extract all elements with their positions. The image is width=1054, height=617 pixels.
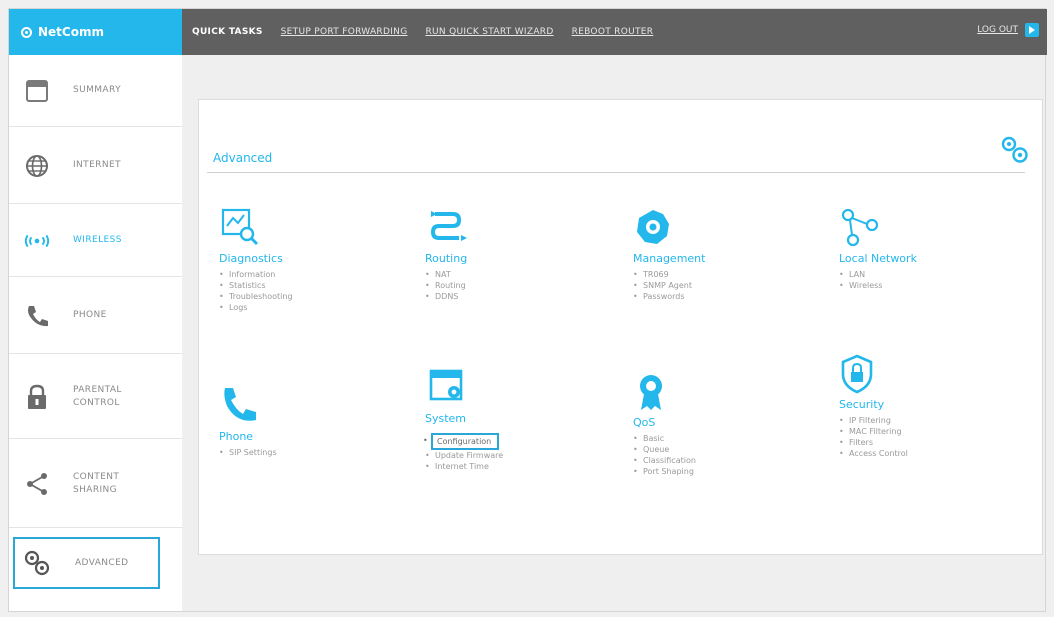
sidebar-item-label: WIRELESS [73, 235, 122, 245]
sidebar-item-phone[interactable]: PHONE [9, 278, 182, 354]
brand-name: NetComm [38, 25, 104, 39]
sidebar-item-wireless[interactable]: WIRELESS [9, 205, 182, 277]
group-local-network: Local Network LAN Wireless [839, 208, 1029, 291]
qos-icon[interactable] [633, 372, 677, 412]
link-access-control[interactable]: Access Control [839, 448, 1029, 459]
link-routing[interactable]: Routing [425, 280, 615, 291]
group-routing: Routing NAT Routing DDNS [425, 208, 615, 302]
link-statistics[interactable]: Statistics [219, 280, 409, 291]
topnav-setup-port-forwarding[interactable]: SETUP PORT FORWARDING [281, 27, 408, 37]
group-security: Security IP Filtering MAC Filtering Filt… [839, 354, 1029, 459]
summary-icon [23, 77, 51, 105]
group-title[interactable]: Management [633, 252, 823, 265]
link-wireless[interactable]: Wireless [839, 280, 1029, 291]
link-information[interactable]: Information [219, 269, 409, 280]
group-qos: QoS Basic Queue Classification Port Shap… [633, 372, 823, 477]
link-nat[interactable]: NAT [425, 269, 615, 280]
brand-logo-icon [21, 26, 32, 38]
link-snmp-agent[interactable]: SNMP Agent [633, 280, 823, 291]
group-title[interactable]: QoS [633, 416, 823, 429]
link-ddns[interactable]: DDNS [425, 291, 615, 302]
sidebar-item-internet[interactable]: INTERNET [9, 128, 182, 204]
sidebar-item-advanced[interactable]: ADVANCED [13, 537, 160, 589]
management-icon[interactable] [633, 208, 677, 248]
group-title[interactable]: System [425, 412, 615, 425]
link-tr069[interactable]: TR069 [633, 269, 823, 280]
share-icon [23, 470, 51, 498]
logout-label: LOG OUT [977, 25, 1018, 35]
sidebar-item-label: INTERNET [73, 160, 121, 170]
sidebar-item-label: CONTENT SHARING [73, 471, 120, 495]
group-title[interactable]: Diagnostics [219, 252, 409, 265]
sidebar: SUMMARY INTERNET WIRELESS PHONE PARENTAL… [9, 55, 182, 611]
sidebar-item-content-sharing[interactable]: CONTENT SHARING [9, 440, 182, 528]
group-title[interactable]: Routing [425, 252, 615, 265]
logout-button[interactable]: LOG OUT [977, 23, 1039, 37]
system-icon[interactable] [425, 368, 469, 408]
phone-icon[interactable] [219, 386, 263, 426]
link-internet-time[interactable]: Internet Time [425, 461, 615, 472]
router-admin-window: NetComm QUICK TASKS SETUP PORT FORWARDIN… [8, 8, 1047, 612]
security-icon[interactable] [839, 354, 883, 394]
wireless-icon [23, 227, 51, 255]
group-system: System Configuration Update Firmware Int… [423, 368, 615, 472]
link-port-shaping[interactable]: Port Shaping [633, 466, 823, 477]
group-title[interactable]: Security [839, 398, 1029, 411]
link-queue[interactable]: Queue [633, 444, 823, 455]
link-logs[interactable]: Logs [219, 302, 409, 313]
advanced-gears-icon [1001, 136, 1028, 163]
link-configuration[interactable]: Configuration [423, 433, 500, 450]
group-phone: Phone SIP Settings [219, 386, 409, 458]
link-filters[interactable]: Filters [839, 437, 1029, 448]
link-lan[interactable]: LAN [839, 269, 1029, 280]
group-management: Management TR069 SNMP Agent Passwords [633, 208, 823, 302]
page-title: Advanced [213, 151, 273, 165]
link-basic[interactable]: Basic [633, 433, 823, 444]
group-title[interactable]: Local Network [839, 252, 1029, 265]
sidebar-item-label: PHONE [73, 310, 107, 320]
lock-icon [23, 383, 51, 411]
topnav-reboot-router[interactable]: REBOOT ROUTER [572, 27, 654, 37]
topnav-run-quick-start-wizard[interactable]: RUN QUICK START WIZARD [425, 27, 553, 37]
gears-icon [23, 549, 51, 577]
link-troubleshooting[interactable]: Troubleshooting [219, 291, 409, 302]
topnav-quick-tasks[interactable]: QUICK TASKS [192, 27, 263, 37]
link-sip-settings[interactable]: SIP Settings [219, 447, 409, 458]
group-diagnostics: Diagnostics Information Statistics Troub… [219, 208, 409, 313]
logout-icon [1025, 23, 1039, 37]
top-nav: QUICK TASKS SETUP PORT FORWARDING RUN QU… [192, 9, 671, 55]
phone-icon [23, 302, 51, 330]
link-classification[interactable]: Classification [633, 455, 823, 466]
globe-icon [23, 152, 51, 180]
sidebar-item-label: SUMMARY [73, 85, 121, 95]
link-mac-filtering[interactable]: MAC Filtering [839, 426, 1029, 437]
diagnostics-icon[interactable] [219, 208, 263, 248]
top-bar: NetComm QUICK TASKS SETUP PORT FORWARDIN… [9, 9, 1047, 55]
sidebar-item-parental-control[interactable]: PARENTAL CONTROL [9, 355, 182, 439]
sidebar-item-label: ADVANCED [75, 557, 129, 568]
link-ip-filtering[interactable]: IP Filtering [839, 415, 1029, 426]
sidebar-item-summary[interactable]: SUMMARY [9, 55, 182, 127]
link-update-firmware[interactable]: Update Firmware [425, 450, 615, 461]
sidebar-item-label: PARENTAL CONTROL [73, 384, 122, 408]
group-title[interactable]: Phone [219, 430, 409, 443]
routing-icon[interactable] [425, 208, 469, 248]
advanced-panel: Advanced Diagnostics Information Statist… [198, 99, 1043, 555]
title-divider [207, 172, 1025, 173]
brand-logo[interactable]: NetComm [9, 9, 182, 55]
link-passwords[interactable]: Passwords [633, 291, 823, 302]
local-network-icon[interactable] [839, 208, 883, 248]
